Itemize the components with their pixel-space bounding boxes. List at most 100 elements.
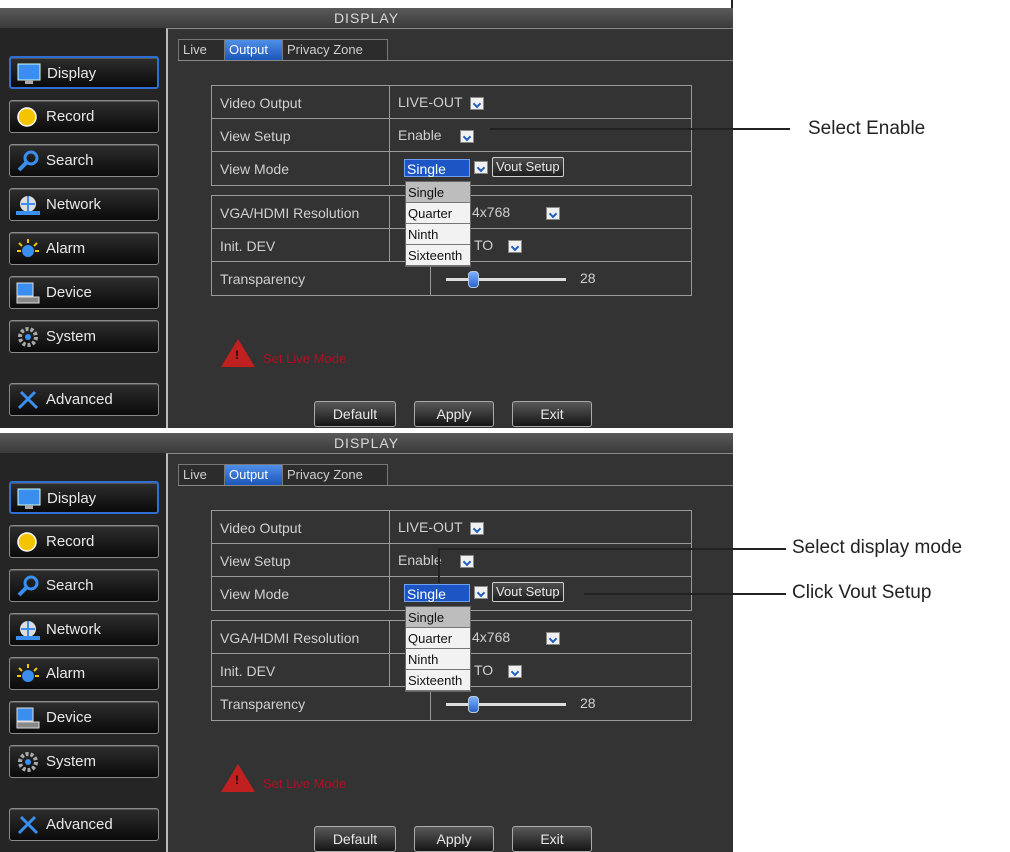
transparency-slider[interactable] — [446, 703, 566, 706]
tab-divider — [178, 485, 733, 486]
vga-hdmi-label: VGA/HDMI Resolution — [220, 205, 360, 221]
sidebar-item-label: Advanced — [46, 391, 113, 408]
sidebar-item-search[interactable]: Search — [9, 569, 159, 602]
record-icon — [16, 106, 40, 128]
view-mode-option[interactable]: Ninth — [406, 649, 470, 670]
sidebar-item-alarm[interactable]: Alarm — [9, 657, 159, 690]
sidebar-item-display[interactable]: Display — [9, 56, 159, 89]
apply-button[interactable]: Apply — [414, 826, 494, 852]
sidebar-item-record[interactable]: Record — [9, 100, 159, 133]
transparency-slider[interactable] — [446, 278, 566, 281]
transparency-label: Transparency — [220, 271, 306, 287]
callout-line-top-marker — [731, 0, 733, 8]
view-mode-option[interactable]: Ninth — [406, 224, 470, 245]
view-setup-dropdown-button[interactable] — [460, 130, 474, 143]
search-icon — [16, 575, 40, 597]
view-mode-dropdown-button[interactable] — [474, 586, 488, 599]
callout-select-enable: Select Enable — [808, 118, 926, 139]
vga-hdmi-dropdown-button[interactable] — [546, 207, 560, 220]
sidebar-item-advanced[interactable]: Advanced — [9, 383, 159, 416]
settings-panel: Live Output Privacy Zone Video Output LI… — [166, 28, 733, 428]
tab-live[interactable]: Live — [178, 464, 226, 485]
vga-hdmi-value[interactable]: 4x768 — [472, 204, 510, 220]
view-mode-option[interactable]: Single — [406, 607, 470, 628]
view-mode-option[interactable]: Quarter — [406, 203, 470, 224]
sidebar-item-alarm[interactable]: Alarm — [9, 232, 159, 265]
sidebar-item-device[interactable]: Device — [9, 276, 159, 309]
device-icon — [16, 282, 40, 304]
setting-row-view-setup: View Setup Enable — [212, 119, 691, 152]
sidebar-item-label: Display — [47, 65, 97, 82]
setting-row-video-output: Video Output LIVE-OUT — [212, 86, 691, 119]
view-setup-dropdown-button[interactable] — [460, 555, 474, 568]
monitor-icon — [17, 488, 41, 510]
tab-output[interactable]: Output — [224, 464, 284, 485]
view-mode-options-list: Single Quarter Ninth Sixteenth — [405, 181, 471, 267]
tab-privacy-zone[interactable]: Privacy Zone — [282, 39, 388, 60]
sidebar-item-network[interactable]: Network — [9, 613, 159, 646]
sidebar-item-label: System — [46, 328, 97, 345]
view-mode-option[interactable]: Sixteenth — [406, 670, 470, 691]
exit-button[interactable]: Exit — [512, 401, 592, 427]
output-settings-table: Video Output LIVE-OUT View Setup Enable … — [211, 510, 692, 611]
callout-line-select-enable — [490, 128, 790, 130]
callout-line-display-mode-v — [438, 549, 440, 583]
tab-privacy-zone[interactable]: Privacy Zone — [282, 464, 388, 485]
apply-button[interactable]: Apply — [414, 401, 494, 427]
default-button[interactable]: Default — [314, 401, 396, 427]
window-title: DISPLAY — [0, 8, 733, 29]
network-icon — [16, 194, 40, 216]
sidebar-item-network[interactable]: Network — [9, 188, 159, 221]
transparency-slider-handle[interactable] — [468, 271, 479, 288]
video-output-value[interactable]: LIVE-OUT — [398, 94, 463, 110]
callout-select-display-mode: Select display mode — [792, 537, 963, 558]
view-mode-option[interactable]: Quarter — [406, 628, 470, 649]
view-mode-select[interactable]: Single — [404, 584, 470, 602]
sidebar-item-label: Device — [46, 284, 92, 301]
sidebar-item-system[interactable]: System — [9, 320, 159, 353]
view-mode-select[interactable]: Single — [404, 159, 470, 177]
sidebar-item-label: Alarm — [46, 240, 86, 257]
sidebar-item-label: Device — [46, 709, 92, 726]
system-icon — [16, 751, 40, 773]
view-mode-option[interactable]: Sixteenth — [406, 245, 470, 266]
init-dev-value[interactable]: TO — [474, 237, 493, 253]
video-output-value[interactable]: LIVE-OUT — [398, 519, 463, 535]
tab-output[interactable]: Output — [224, 39, 284, 60]
alarm-icon — [16, 663, 40, 685]
sidebar-item-search[interactable]: Search — [9, 144, 159, 177]
vout-setup-button[interactable]: Vout Setup — [492, 582, 564, 602]
init-dev-dropdown-button[interactable] — [508, 240, 522, 253]
vga-hdmi-value[interactable]: 4x768 — [472, 629, 510, 645]
sidebar-item-advanced[interactable]: Advanced — [9, 808, 159, 841]
sidebar-item-label: System — [46, 753, 97, 770]
device-icon — [16, 707, 40, 729]
settings-panel: Live Output Privacy Zone Video Output LI… — [166, 453, 733, 852]
video-output-label: Video Output — [220, 95, 302, 111]
view-mode-label: View Mode — [220, 586, 290, 602]
view-mode-option[interactable]: Single — [406, 182, 470, 203]
sidebar-item-label: Record — [46, 533, 95, 550]
exit-button[interactable]: Exit — [512, 826, 592, 852]
view-setup-value[interactable]: Enable — [398, 127, 442, 143]
init-dev-value[interactable]: TO — [474, 662, 493, 678]
default-button[interactable]: Default — [314, 826, 396, 852]
video-output-dropdown-button[interactable] — [470, 97, 484, 110]
sidebar: Display Record Search Network Alarm Devi… — [0, 453, 166, 852]
init-dev-dropdown-button[interactable] — [508, 665, 522, 678]
video-output-dropdown-button[interactable] — [470, 522, 484, 535]
vout-setup-button[interactable]: Vout Setup — [492, 157, 564, 177]
transparency-slider-handle[interactable] — [468, 696, 479, 713]
tab-live[interactable]: Live — [178, 39, 226, 60]
sidebar-item-record[interactable]: Record — [9, 525, 159, 558]
sidebar-item-device[interactable]: Device — [9, 701, 159, 734]
view-setup-value[interactable]: Enable — [398, 552, 442, 568]
view-mode-dropdown-button[interactable] — [474, 161, 488, 174]
sidebar: Display Record Search Network Alarm Devi… — [0, 28, 166, 428]
sidebar-item-display[interactable]: Display — [9, 481, 159, 514]
output-settings-table: Video Output LIVE-OUT View Setup Enable … — [211, 85, 692, 186]
vga-hdmi-dropdown-button[interactable] — [546, 632, 560, 645]
system-icon — [16, 326, 40, 348]
view-setup-label: View Setup — [220, 553, 291, 569]
sidebar-item-system[interactable]: System — [9, 745, 159, 778]
